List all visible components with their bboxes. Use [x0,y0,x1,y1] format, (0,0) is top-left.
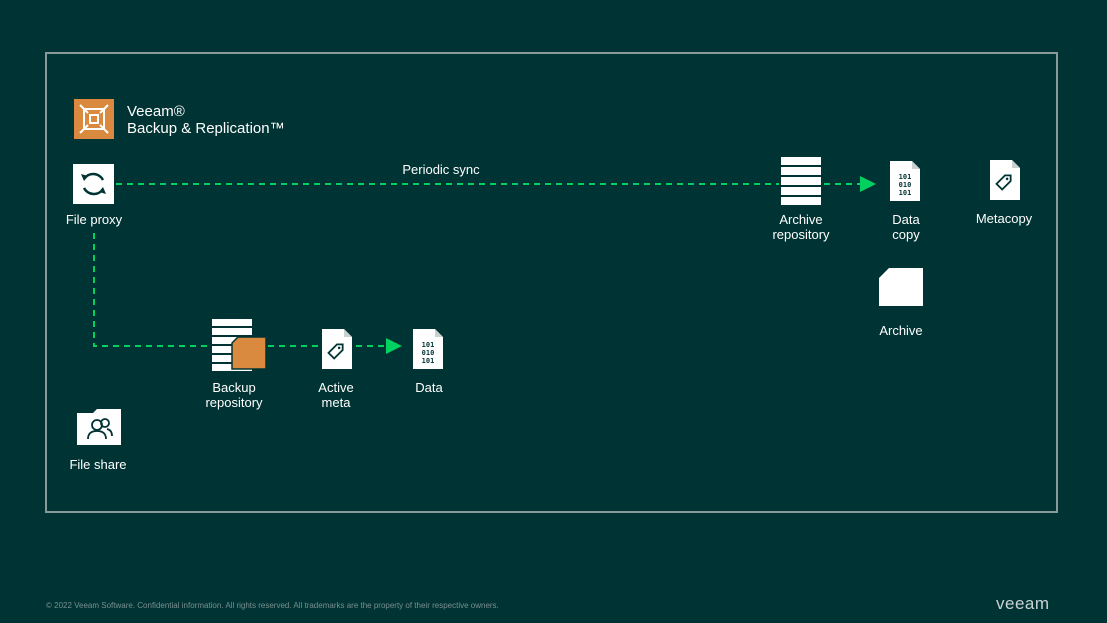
archive-repository-label-line2: repository [772,227,830,242]
connection-lines [93,176,876,354]
backup-repository-label-line1: Backup [212,380,256,395]
data-file-icon: 101 010 101 [413,329,443,369]
binary-line: 101 [421,341,435,349]
binary-line: 010 [898,181,912,189]
metacopy-tag-icon [990,160,1020,200]
veeam-wordmark: veeam [996,594,1050,613]
periodic-sync-label: Periodic sync [402,162,480,177]
file-share-icon [77,409,121,445]
footer-copyright: © 2022 Veeam Software. Confidential info… [46,601,499,610]
backup-repository-label-line2: repository [205,395,263,410]
data-copy-file-icon: 101 010 101 [890,161,920,201]
file-share-label: File share [69,457,127,472]
data-copy-label-line2: copy [892,227,920,242]
active-meta-tag-icon [322,329,352,369]
backup-repository-icon [212,319,267,371]
archive-repository-icon [781,157,821,205]
brand-line1: Veeam® [127,103,185,120]
file-proxy-label: File proxy [65,212,123,227]
backup-repository-label: Backup repository [198,380,270,410]
binary-line: 101 [421,357,435,365]
brand-title: Veeam® Backup & Replication™ [127,103,285,137]
file-proxy-icon [73,164,114,204]
archive-repository-label-line1: Archive [779,212,823,227]
active-meta-label: Active meta [305,380,367,410]
brand-line2: Backup & Replication™ [127,120,285,137]
archive-repository-label: Archive repository [765,212,837,242]
archive-folder-icon [879,268,923,306]
data-binary: 101 010 101 [413,341,443,365]
archive-label: Archive [879,323,923,338]
binary-line: 101 [898,189,912,197]
veeam-logo-icon [74,99,114,139]
data-copy-binary: 101 010 101 [890,173,920,197]
active-meta-label-line1: Active [318,380,354,395]
proxy-to-backup-line [93,233,212,347]
binary-line: 101 [898,173,912,181]
data-copy-label-line1: Data [892,212,920,227]
binary-line: 010 [421,349,435,357]
data-copy-label: Data copy [880,212,932,242]
metacopy-label: Metacopy [975,211,1033,226]
active-meta-label-line2: meta [321,395,351,410]
data-label: Data [415,380,443,395]
